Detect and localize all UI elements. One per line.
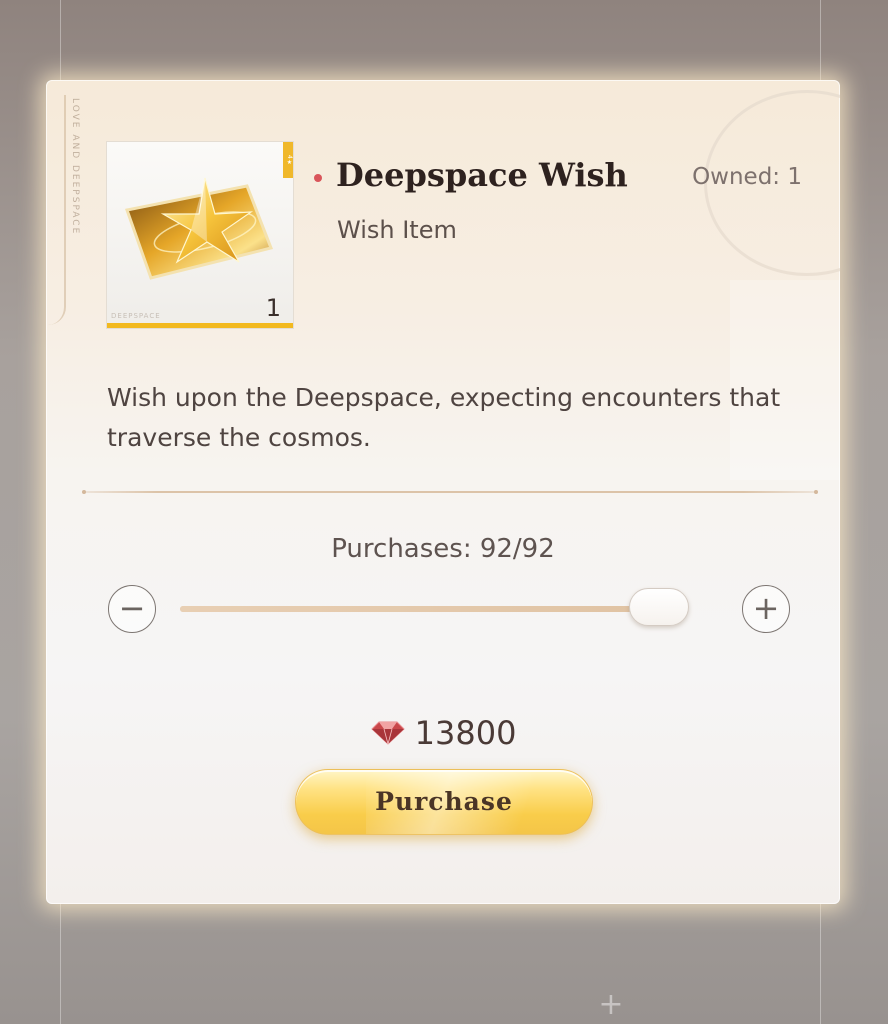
diamond-gem-icon xyxy=(370,721,405,745)
purchases-count: Purchases: 92/92 xyxy=(331,534,555,564)
increment-button[interactable]: + xyxy=(742,585,790,633)
corner-bracket-decoration xyxy=(46,95,66,325)
purchase-button[interactable]: Purchase xyxy=(295,769,593,835)
plus-icon: + xyxy=(752,589,780,627)
minus-icon: − xyxy=(118,589,146,627)
deepspace-wish-ticket-icon xyxy=(125,177,274,280)
item-purchase-dialog: LOVE AND DEEPSPACE 4★ DEEPSPACE 1 Deepsp… xyxy=(46,80,840,904)
divider-dot-left xyxy=(82,490,86,494)
price-row: 13800 xyxy=(46,714,840,752)
item-title: Deepspace Wish xyxy=(336,156,628,194)
decrement-button[interactable]: − xyxy=(108,585,156,633)
price-value: 13800 xyxy=(414,714,517,752)
item-type: Wish Item xyxy=(337,216,457,244)
section-divider xyxy=(84,491,816,493)
divider-dot-right xyxy=(814,490,818,494)
item-description: Wish upon the Deepspace, expecting encou… xyxy=(107,383,781,452)
rarity-tag: 4★ xyxy=(283,142,293,178)
item-quantity: 1 xyxy=(265,294,281,322)
rarity-bar xyxy=(107,323,293,328)
quantity-slider-thumb[interactable] xyxy=(629,588,689,626)
card-watermark: DEEPSPACE xyxy=(111,312,161,320)
brand-vertical-text: LOVE AND DEEPSPACE xyxy=(70,98,80,236)
purchase-button-label: Purchase xyxy=(375,787,513,816)
background-plus-icon: + xyxy=(598,987,624,1022)
quantity-slider-track[interactable] xyxy=(180,606,674,612)
title-dot-icon xyxy=(314,174,322,182)
quantity-slider-fill xyxy=(180,606,659,612)
owned-count: Owned: 1 xyxy=(692,164,802,190)
item-icon-card: 4★ DEEPSPACE 1 xyxy=(106,141,294,329)
